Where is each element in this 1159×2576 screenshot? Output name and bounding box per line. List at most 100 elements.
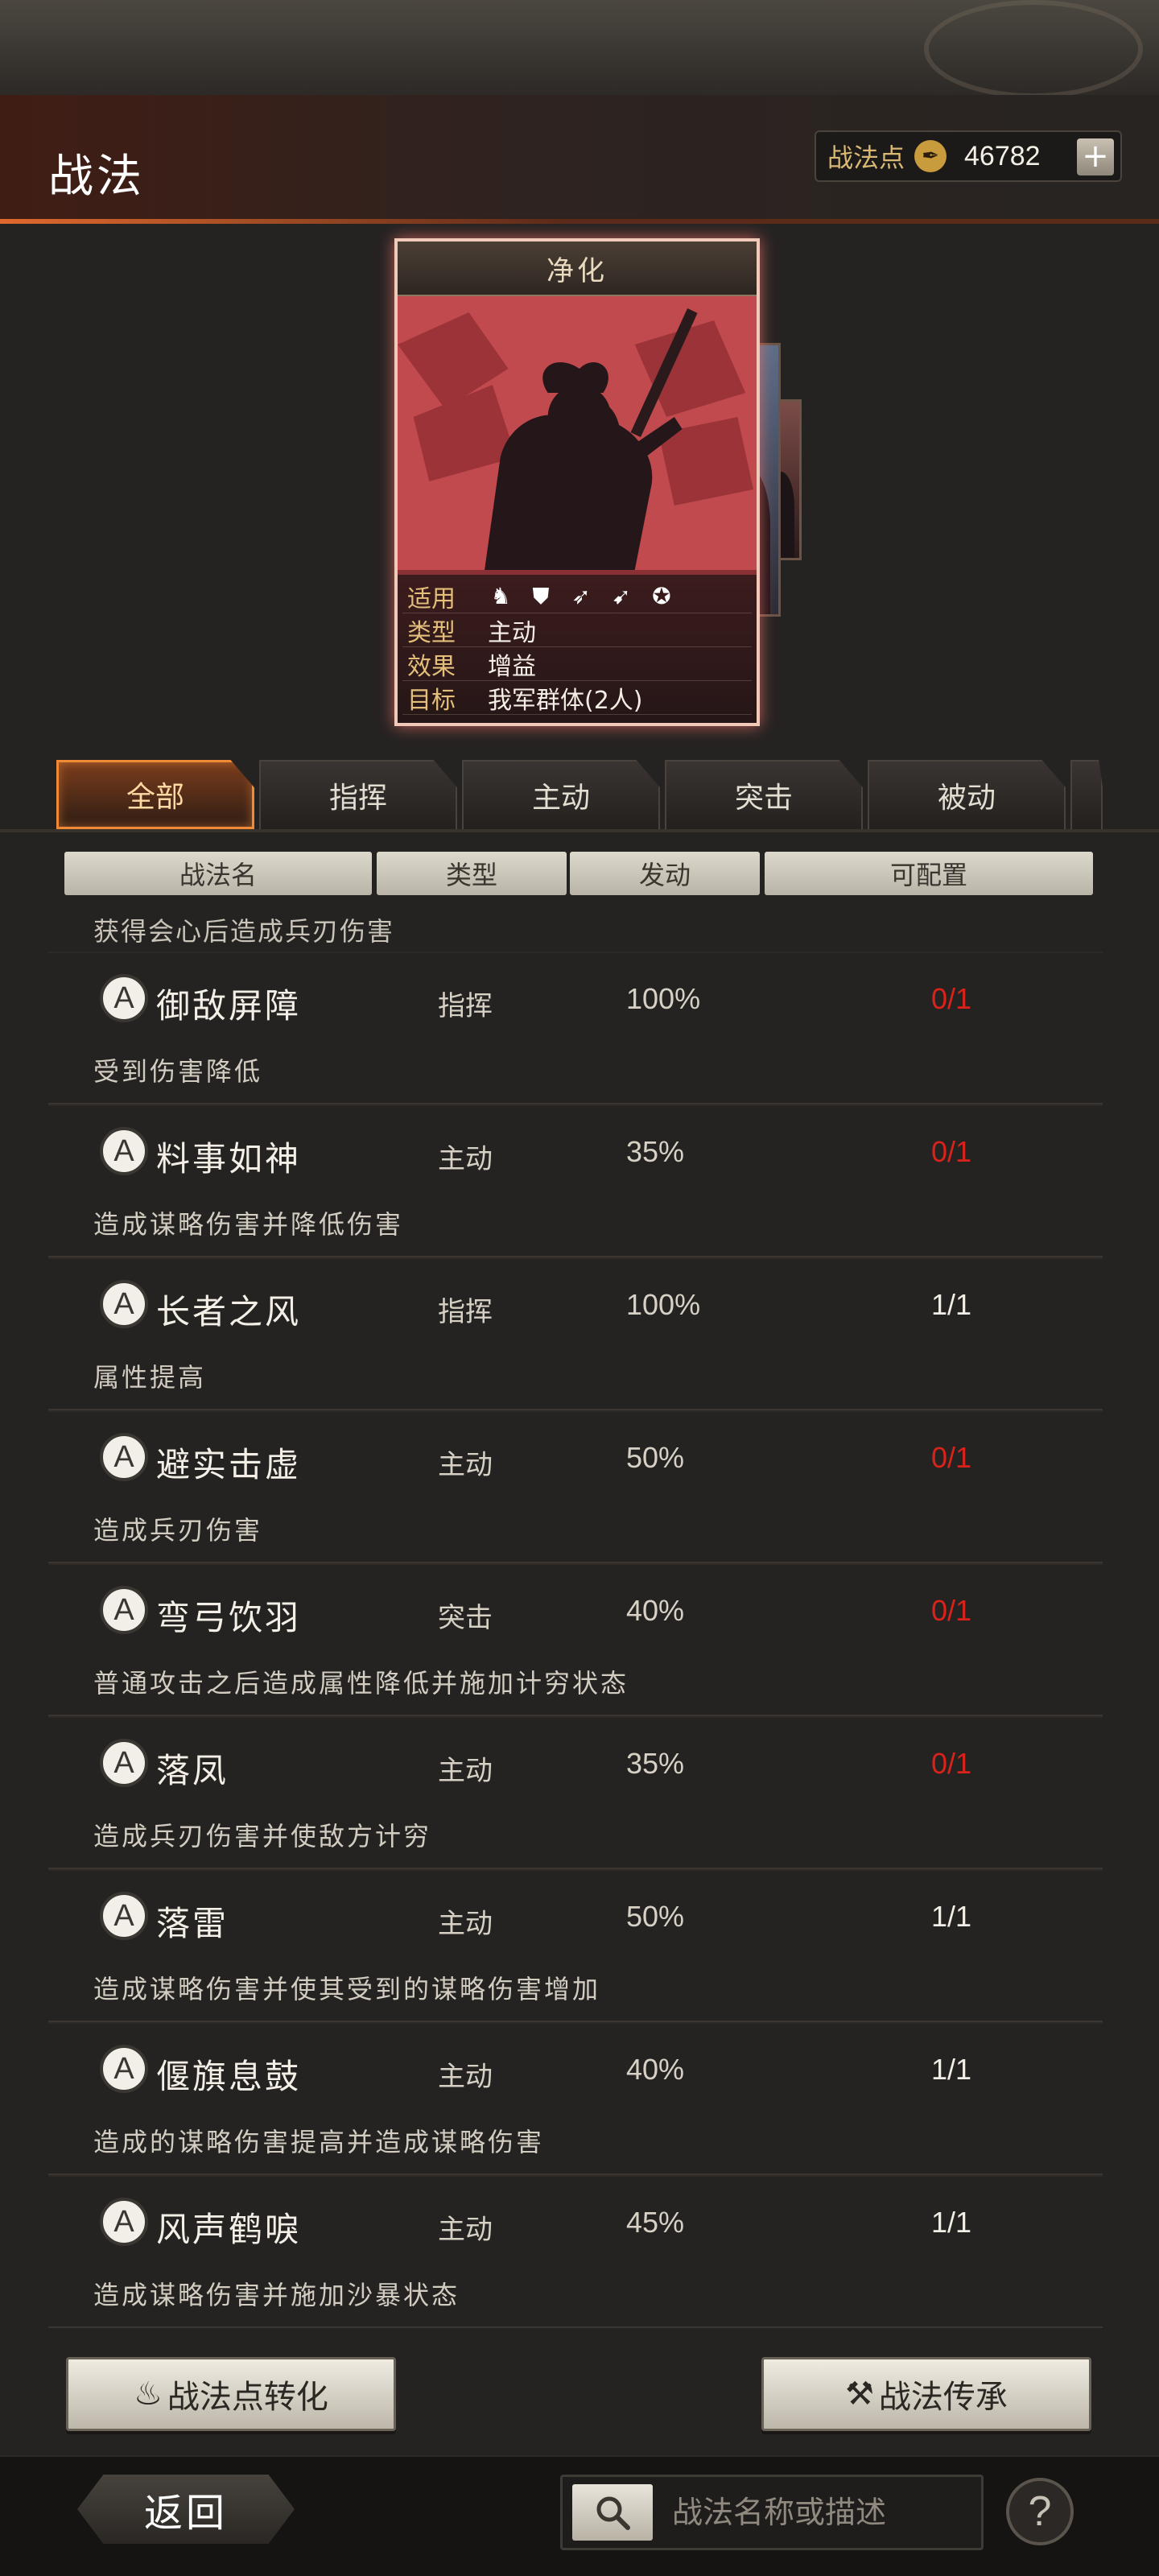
stat-row-target: 目标 我军群体(2人): [402, 681, 752, 715]
tactic-type: 主动: [438, 1908, 493, 1940]
tabs-divider: [0, 829, 1159, 832]
wheel-icon: ✪: [652, 583, 671, 609]
tactic-type: 主动: [438, 2214, 493, 2246]
card-stats: 适用 ♞ ⛊ ➶ ➹ ✪ 类型 主动 效果 增益 目标 我军群体(2人): [398, 575, 757, 723]
tactic-availability: 0/1: [930, 1747, 972, 1780]
stat-row-type: 类型 主动: [402, 613, 752, 647]
add-points-button[interactable]: +: [1077, 138, 1114, 175]
tactic-points-value: 46782: [964, 140, 1041, 171]
tactic-name: 料事如神: [156, 1139, 302, 1179]
stat-label: 适用: [407, 584, 456, 613]
flame-icon: ♨: [134, 2376, 163, 2413]
tactic-name: 落雷: [156, 1904, 229, 1943]
tactic-description: 受到伤害降低: [93, 1056, 263, 1087]
card-artwork: [398, 296, 757, 570]
tactic-description: 造成兵刃伤害: [93, 1515, 263, 1546]
tactic-row[interactable]: A 落雷 主动 50% 1/1 造成谋略伤害并使其受到的谋略伤害增加: [48, 1869, 1103, 2022]
tab-active[interactable]: 主动: [462, 760, 660, 829]
grade-badge: A: [100, 1586, 148, 1634]
tactic-availability: 1/1: [930, 2206, 972, 2239]
grade-badge: A: [100, 974, 148, 1022]
tactic-row[interactable]: A 料事如神 主动 35% 0/1 造成谋略伤害并降低伤害: [48, 1104, 1103, 1257]
list-item-description: 获得会心后造成兵刃伤害: [93, 916, 395, 947]
header-bar: 战法 战法点 ✒ 46782 +: [0, 95, 1159, 224]
grade-badge: A: [100, 1892, 148, 1940]
footer-bar: 返回 ?: [0, 2455, 1159, 2576]
tactic-type: 主动: [438, 1755, 493, 1787]
cavalry-icon: ♞: [490, 583, 511, 609]
stat-label: 目标: [407, 686, 456, 715]
tactic-type: 突击: [438, 1602, 493, 1634]
tactic-name: 避实击虚: [156, 1445, 302, 1484]
tactic-row[interactable]: A 偃旗息鼓 主动 40% 1/1 造成的谋略伤害提高并造成谋略伤害: [48, 2022, 1103, 2175]
grade-badge: A: [100, 1280, 148, 1328]
tactic-description: 造成谋略伤害并降低伤害: [93, 1209, 404, 1240]
tab-all[interactable]: 全部: [56, 760, 254, 829]
column-header-type[interactable]: 类型: [377, 852, 567, 895]
tactic-row[interactable]: A 避实击虚 主动 50% 0/1 造成兵刃伤害: [48, 1410, 1103, 1563]
selected-tactic-card[interactable]: 净化 适用 ♞ ⛊ ➶ ➹ ✪ 类型 主动 效果 增益 目标 我军群体(2人): [394, 238, 760, 726]
search-button[interactable]: [572, 2484, 653, 2541]
tactic-availability: 0/1: [930, 1441, 972, 1474]
tactic-type: 主动: [438, 1143, 493, 1175]
stat-label: 类型: [407, 618, 456, 647]
tactic-type: 指挥: [438, 1296, 493, 1328]
stat-row-effect: 效果 增益: [402, 647, 752, 681]
tactic-trigger-rate: 50%: [626, 1441, 685, 1474]
grade-badge: A: [100, 1127, 148, 1175]
tactic-availability: 0/1: [930, 1135, 972, 1168]
tactic-name: 落凤: [156, 1751, 229, 1790]
tactic-list[interactable]: 获得会心后造成兵刃伤害 A 御敌屏障 指挥 100% 0/1 受到伤害降低 A 料事如神 主动 3…: [48, 910, 1103, 2334]
tactic-type: 主动: [438, 2061, 493, 2093]
search-input[interactable]: [672, 2495, 978, 2530]
tactic-name: 偃旗息鼓: [156, 2057, 302, 2096]
tab-command[interactable]: 指挥: [259, 760, 457, 829]
tactic-availability: 0/1: [930, 982, 972, 1015]
column-header-available[interactable]: 可配置: [765, 852, 1093, 895]
tactic-description: 普通攻击之后造成属性降低并施加计穷状态: [93, 1668, 629, 1699]
tab-passive[interactable]: 被动: [868, 760, 1066, 829]
tactic-trigger-rate: 45%: [626, 2206, 685, 2239]
column-header-name[interactable]: 战法名: [64, 852, 372, 895]
stat-label: 效果: [407, 652, 456, 681]
tactic-description: 造成兵刃伤害并使敌方计穷: [93, 1821, 432, 1852]
shield-icon: ⛊: [532, 582, 550, 609]
tab-assault[interactable]: 突击: [665, 760, 863, 829]
tactic-name: 弯弓饮羽: [156, 1598, 302, 1637]
search-icon: [596, 2496, 630, 2530]
page-title: 战法: [48, 151, 145, 203]
inherit-tactic-button[interactable]: ⚒ 战法传承: [761, 2357, 1091, 2431]
convert-points-button[interactable]: ♨ 战法点转化: [66, 2357, 396, 2431]
filter-tabs: 全部 指挥 主动 突击 被动: [56, 760, 1103, 829]
grade-badge: A: [100, 2198, 148, 2246]
stat-row-applicable: 适用 ♞ ⛊ ➶ ➹ ✪: [402, 580, 752, 613]
tab-more[interactable]: [1070, 760, 1103, 829]
grade-badge: A: [100, 1739, 148, 1787]
hammer-icon: ⚒: [845, 2376, 874, 2413]
tactic-trigger-rate: 35%: [626, 1135, 685, 1168]
tactic-row[interactable]: A 御敌屏障 指挥 100% 0/1 受到伤害降低: [48, 952, 1103, 1104]
tactic-availability: 0/1: [930, 1594, 972, 1627]
bow-icon: ➶: [571, 583, 591, 609]
tactic-name: 御敌屏障: [156, 986, 302, 1026]
tactic-description: 造成谋略伤害并施加沙暴状态: [93, 2280, 460, 2310]
column-header-rate[interactable]: 发动: [570, 852, 760, 895]
tactic-description: 造成谋略伤害并使其受到的谋略伤害增加: [93, 1974, 601, 2004]
inherit-tactic-label: 战法传承: [878, 2379, 1008, 2416]
top-decoration: [0, 0, 1159, 98]
tactic-card-carousel[interactable]: 净化 适用 ♞ ⛊ ➶ ➹ ✪ 类型 主动 效果 增益 目标 我军群体(2人): [394, 238, 1159, 737]
stat-value: 我军群体(2人): [488, 686, 643, 715]
tactic-availability: 1/1: [930, 1288, 972, 1321]
back-button[interactable]: 返回: [77, 2475, 295, 2544]
tactic-row[interactable]: A 弯弓饮羽 突击 40% 0/1 普通攻击之后造成属性降低并施加计穷状态: [48, 1563, 1103, 1716]
tactic-row[interactable]: A 落凤 主动 35% 0/1 造成兵刃伤害并使敌方计穷: [48, 1716, 1103, 1869]
tactic-row[interactable]: A 长者之风 指挥 100% 1/1 属性提高: [48, 1257, 1103, 1410]
tactic-trigger-rate: 100%: [626, 982, 701, 1015]
feather-coin-icon: ✒: [914, 140, 947, 172]
stat-value: 主动: [488, 618, 536, 647]
tactic-row[interactable]: A 风声鹤唳 主动 45% 1/1 造成谋略伤害并施加沙暴状态: [48, 2175, 1103, 2328]
spear-icon: ➹: [612, 583, 631, 609]
search-box: [560, 2475, 984, 2550]
help-button[interactable]: ?: [1006, 2478, 1074, 2545]
card-title: 净化: [398, 242, 757, 296]
